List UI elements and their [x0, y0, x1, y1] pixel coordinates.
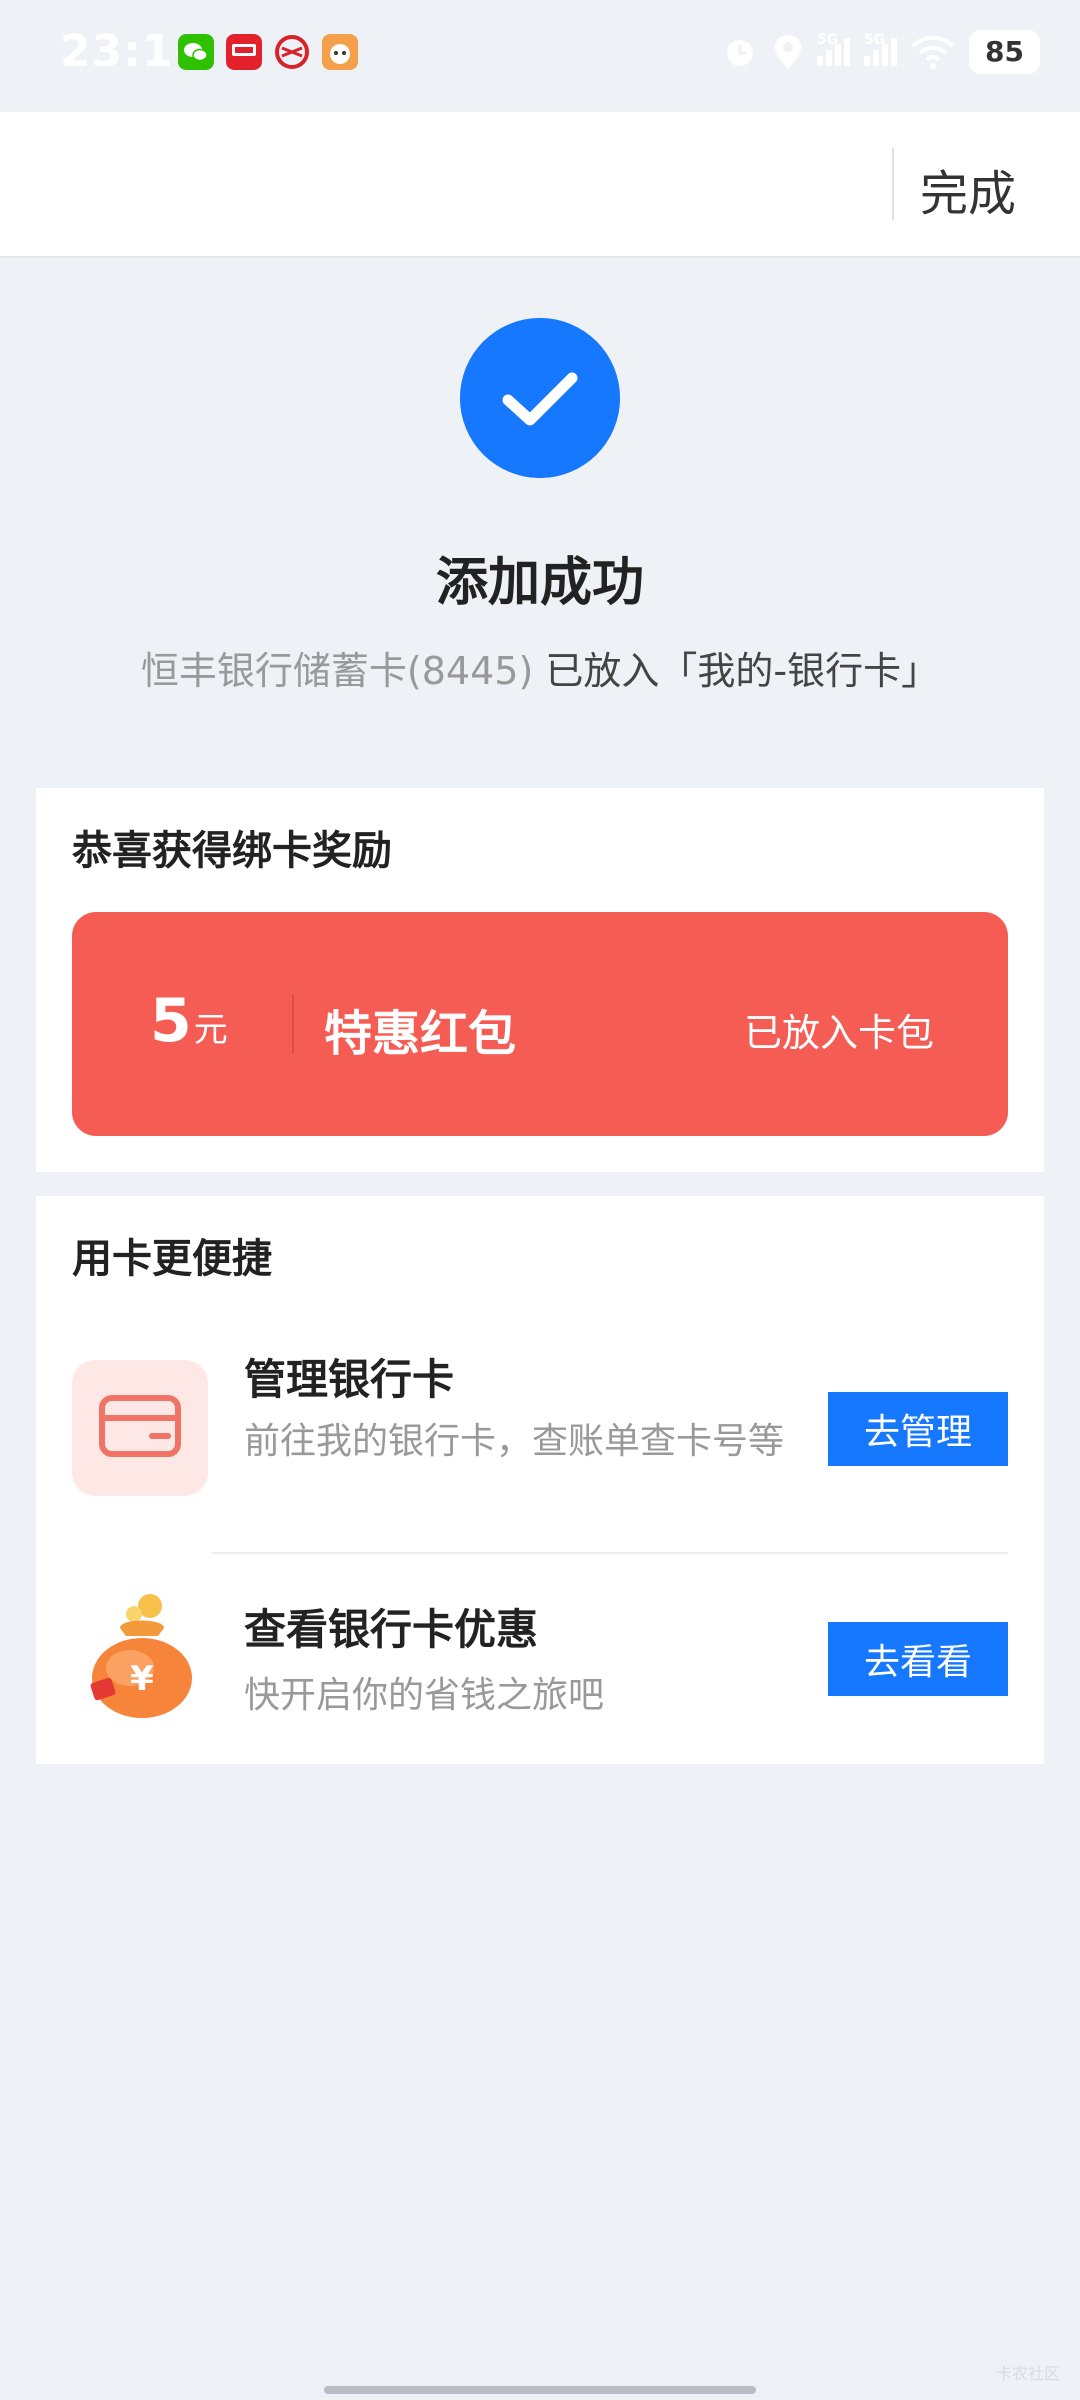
- svg-text:¥: ¥: [130, 1659, 154, 1699]
- battery-indicator: 85: [969, 30, 1040, 74]
- convenience-section-title: 用卡更便捷: [72, 1236, 272, 1282]
- wifi-icon: [911, 35, 955, 69]
- network-label-2: 5G: [864, 32, 886, 48]
- alarm-icon: [727, 40, 754, 66]
- success-subtitle: 恒丰银行储蓄卡(8445) 已放入「我的-银行卡」: [0, 640, 1080, 695]
- watermark: 卡农社区: [995, 2364, 1060, 2383]
- notification-icons: [178, 34, 358, 70]
- red-packet-banner[interactable]: 5元 特惠红包 已放入卡包: [72, 912, 1008, 1136]
- manage-card-title: 管理银行卡: [244, 1355, 455, 1404]
- wechat-icon: [178, 34, 214, 70]
- go-manage-button[interactable]: 去管理: [828, 1392, 1008, 1466]
- money-bag-icon: ¥: [90, 1594, 192, 1718]
- reward-amount: 5元: [150, 986, 228, 1056]
- placed-text: 已放入「我的-银行卡」: [545, 649, 940, 693]
- bank-card-icon: [72, 1360, 208, 1496]
- signal-5g-icon: 5G: [817, 32, 851, 66]
- home-indicator[interactable]: [324, 2386, 756, 2394]
- signal-5g-icon: 5G: [864, 32, 898, 66]
- reward-card: 恭喜获得绑卡奖励 5元 特惠红包 已放入卡包: [36, 788, 1044, 1172]
- reward-separator: [292, 994, 294, 1054]
- list-divider: [212, 1552, 1008, 1554]
- card-offers-title: 查看银行卡优惠: [244, 1605, 539, 1654]
- reward-unit: 元: [193, 1010, 228, 1050]
- manage-card-desc: 前往我的银行卡，查账单查卡号等: [244, 1421, 785, 1462]
- reward-section-title: 恭喜获得绑卡奖励: [72, 828, 392, 874]
- bank-app-icon: [275, 35, 309, 69]
- unionpay-app-icon: [226, 34, 262, 70]
- top-bar: 完成: [0, 112, 1080, 258]
- reward-status: 已放入卡包: [744, 1011, 935, 1055]
- system-icons: 5G 5G 85: [721, 30, 1040, 74]
- pet-app-icon: [322, 34, 358, 70]
- convenience-card: 用卡更便捷 管理银行卡 前往我的银行卡，查账单查卡号等 去管理 ¥ 查看银行卡优…: [36, 1196, 1044, 1764]
- card-offers-desc: 快开启你的省钱之旅吧: [244, 1675, 605, 1716]
- reward-name: 特惠红包: [324, 1006, 517, 1062]
- reward-amount-value: 5: [150, 986, 192, 1056]
- go-see-button[interactable]: 去看看: [828, 1622, 1008, 1696]
- network-label-1: 5G: [817, 32, 839, 48]
- success-title: 添加成功: [435, 553, 644, 613]
- status-bar: 23:16 5G 5G 85: [0, 0, 1080, 112]
- topbar-divider: [892, 148, 894, 220]
- done-button[interactable]: 完成: [920, 154, 1016, 224]
- location-icon: [775, 35, 802, 69]
- success-check-icon: [460, 318, 620, 478]
- card-name: 恒丰银行储蓄卡(8445): [140, 649, 534, 693]
